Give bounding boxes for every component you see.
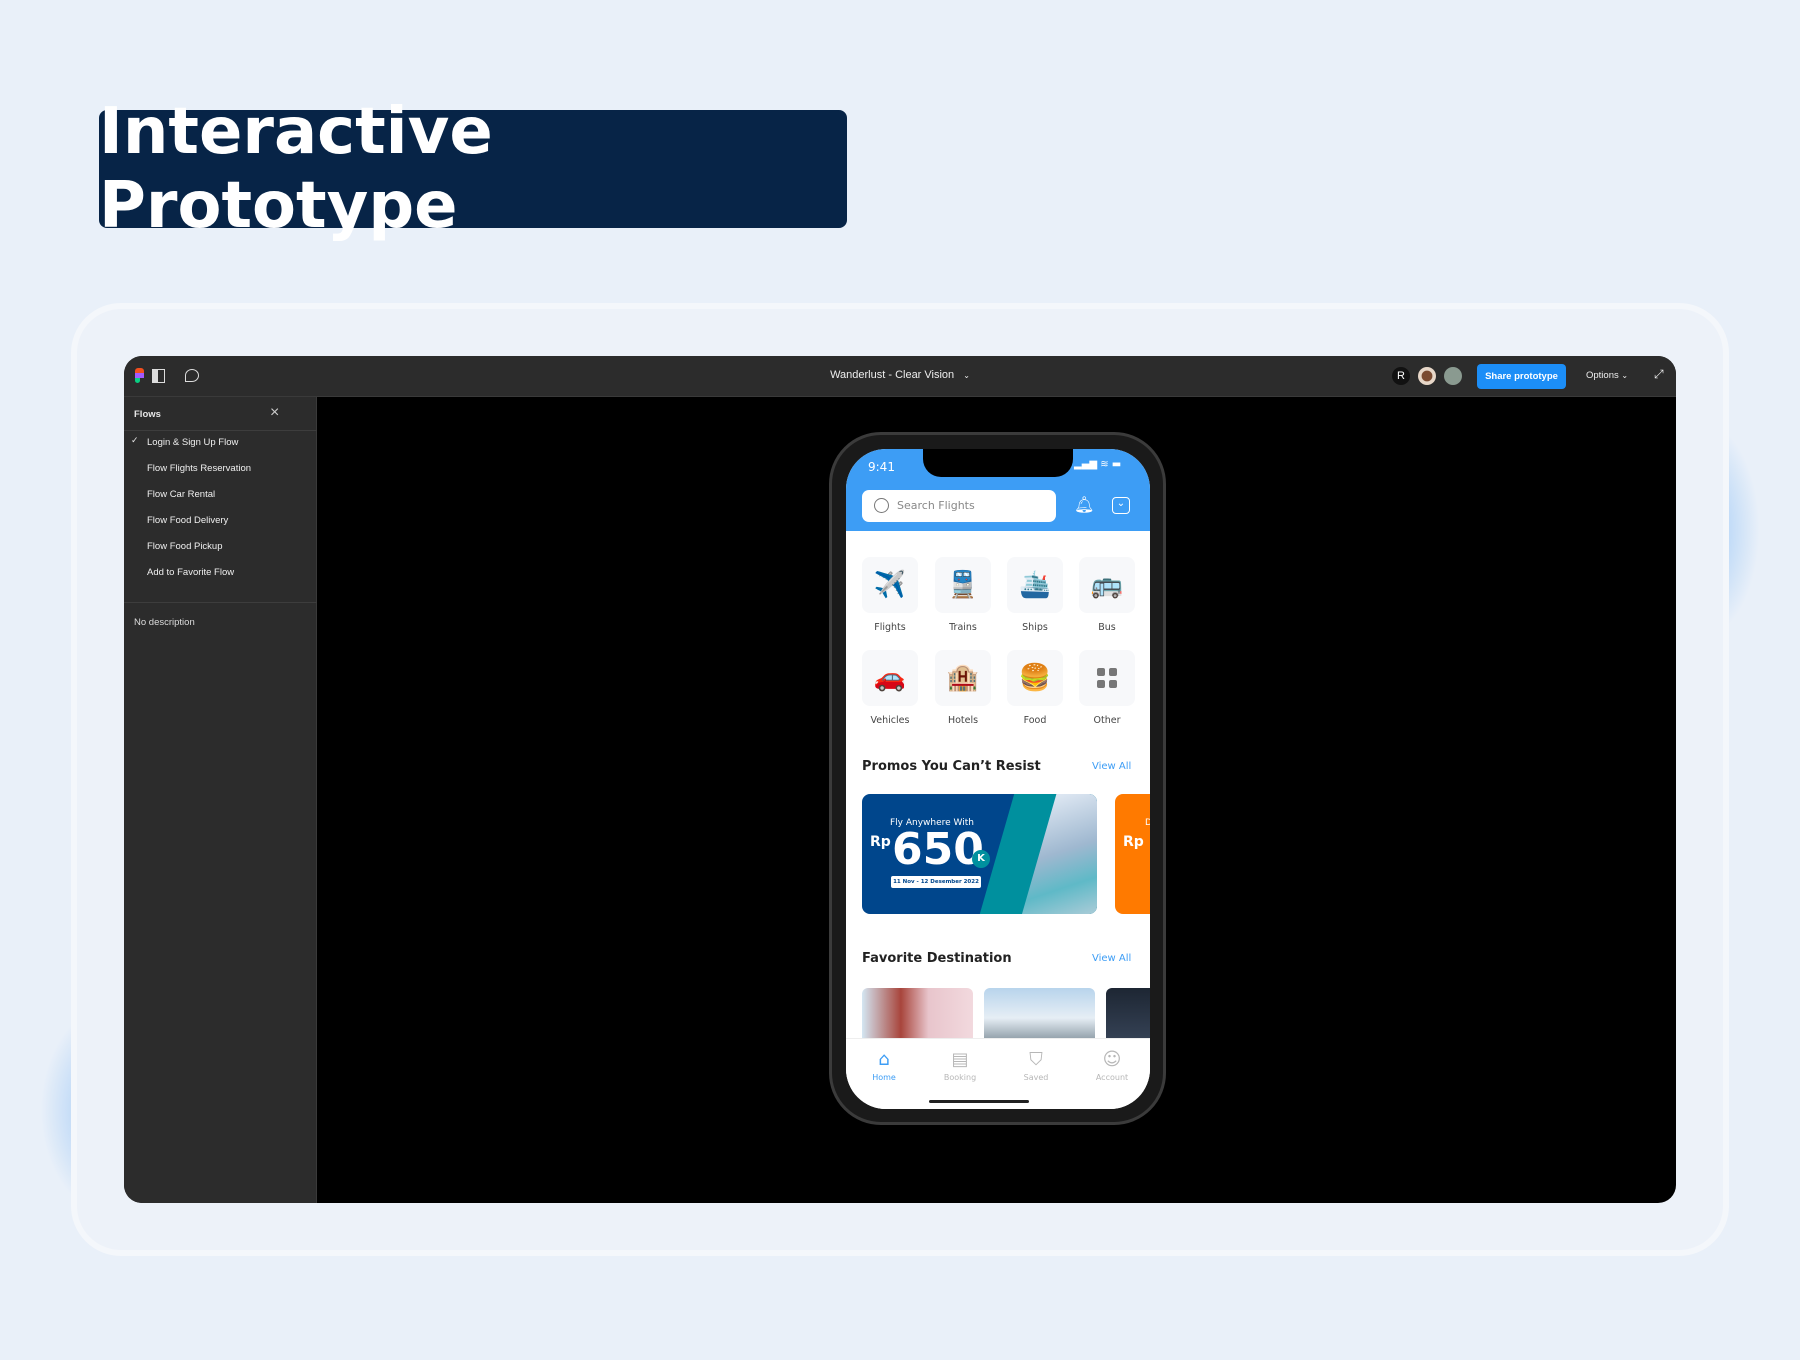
category-hotels[interactable]: 🏨 bbox=[935, 650, 991, 706]
destinations-heading: Favorite Destination bbox=[862, 951, 1012, 966]
category-vehicles[interactable]: 🚗 bbox=[862, 650, 918, 706]
category-label: Vehicles bbox=[870, 715, 910, 726]
status-icons: ▂▄▆ ≋ ▬ bbox=[1074, 459, 1122, 470]
user-icon: ☺ bbox=[1102, 1049, 1122, 1070]
grid-icon bbox=[1097, 668, 1117, 688]
status-time: 9:41 bbox=[868, 460, 895, 474]
flow-description: No description bbox=[134, 617, 195, 628]
promo-tagline: D bbox=[1145, 818, 1150, 828]
expand-icon[interactable]: ⤢ bbox=[1654, 367, 1664, 382]
page-title: Interactive Prototype bbox=[99, 95, 847, 243]
phone-frame: 9:41 ▂▄▆ ≋ ▬ Search Flights 🔔︎ ⌄ ✈️ 🚆 🛳️… bbox=[829, 432, 1166, 1125]
notch bbox=[923, 449, 1073, 477]
category-other[interactable] bbox=[1079, 650, 1135, 706]
figma-prototype-window: Wanderlust - Clear Vision ⌄ R Share prot… bbox=[124, 356, 1676, 1203]
promo-amount: 650 bbox=[892, 824, 984, 875]
flows-header: Flows bbox=[134, 409, 161, 420]
category-food[interactable]: 🍔 bbox=[1007, 650, 1063, 706]
tab-label: Booking bbox=[943, 1073, 977, 1082]
promo-dates: 11 Nov - 12 Desember 2022 bbox=[891, 876, 981, 888]
promo-currency: Rp bbox=[1123, 834, 1144, 850]
check-icon: ✓ bbox=[131, 435, 139, 445]
avatar[interactable]: R bbox=[1392, 367, 1410, 385]
promos-heading: Promos You Can’t Resist bbox=[862, 759, 1041, 774]
bookmark-icon: ⛉ bbox=[1029, 1049, 1043, 1070]
tab-booking[interactable]: ▤ Booking bbox=[922, 1049, 998, 1082]
category-label: Trains bbox=[949, 622, 977, 633]
mail-icon[interactable]: ⌄ bbox=[1112, 497, 1130, 514]
close-icon[interactable]: × bbox=[270, 404, 279, 422]
bell-icon[interactable]: 🔔︎ bbox=[1074, 495, 1094, 514]
options-menu[interactable]: Options ⌄ bbox=[1586, 370, 1628, 381]
category-label: Bus bbox=[1098, 622, 1116, 633]
bottom-tab-bar: ⌂ Home ▤ Booking ⛉ Saved ☺ Account bbox=[846, 1038, 1150, 1109]
home-indicator bbox=[929, 1100, 1029, 1103]
category-label: Flights bbox=[874, 622, 906, 633]
booking-icon: ▤ bbox=[951, 1049, 969, 1070]
tab-home[interactable]: ⌂ Home bbox=[846, 1049, 922, 1082]
tab-label: Saved bbox=[1023, 1073, 1049, 1082]
flow-item[interactable]: Flow Car Rental bbox=[147, 489, 215, 500]
promo-currency: Rp bbox=[870, 834, 891, 850]
destinations-view-all-link[interactable]: View All bbox=[1092, 953, 1131, 964]
options-label: Options bbox=[1586, 370, 1619, 381]
category-bus[interactable]: 🚌 bbox=[1079, 557, 1135, 613]
avatar[interactable] bbox=[1418, 367, 1436, 385]
chevron-down-icon: ⌄ bbox=[1621, 371, 1629, 380]
tab-label: Account bbox=[1095, 1073, 1129, 1082]
search-input[interactable]: Search Flights bbox=[862, 490, 1056, 522]
category-flights[interactable]: ✈️ bbox=[862, 557, 918, 613]
share-prototype-button[interactable]: Share prototype bbox=[1477, 364, 1566, 389]
flow-item[interactable]: Login & Sign Up Flow bbox=[147, 437, 238, 448]
promos-view-all-link[interactable]: View All bbox=[1092, 761, 1131, 772]
home-icon: ⌂ bbox=[878, 1049, 890, 1070]
search-icon bbox=[874, 498, 889, 513]
category-label: Other bbox=[1093, 715, 1121, 726]
phone-screen: 9:41 ▂▄▆ ≋ ▬ Search Flights 🔔︎ ⌄ ✈️ 🚆 🛳️… bbox=[846, 449, 1150, 1109]
category-label: Hotels bbox=[947, 715, 979, 726]
promo-card[interactable]: Fly Anywhere With Rp 650 K 11 Nov - 12 D… bbox=[862, 794, 1097, 914]
flow-item[interactable]: Flow Flights Reservation bbox=[147, 463, 251, 474]
category-trains[interactable]: 🚆 bbox=[935, 557, 991, 613]
flow-item[interactable]: Add to Favorite Flow bbox=[147, 567, 234, 578]
category-ships[interactable]: 🛳️ bbox=[1007, 557, 1063, 613]
tab-account[interactable]: ☺ Account bbox=[1074, 1049, 1150, 1082]
titlebar: Wanderlust - Clear Vision ⌄ R Share prot… bbox=[124, 356, 1676, 397]
promo-suffix: K bbox=[972, 850, 990, 868]
avatar[interactable] bbox=[1444, 367, 1462, 385]
tab-saved[interactable]: ⛉ Saved bbox=[998, 1049, 1074, 1082]
flow-item[interactable]: Flow Food Pickup bbox=[147, 541, 223, 552]
category-label: Ships bbox=[1022, 622, 1048, 633]
promo-card-next[interactable]: D Rp bbox=[1115, 794, 1150, 914]
tab-label: Home bbox=[872, 1073, 896, 1082]
flows-sidebar: Flows × ✓ Login & Sign Up Flow Flow Flig… bbox=[124, 397, 317, 1203]
flow-item[interactable]: Flow Food Delivery bbox=[147, 515, 228, 526]
chevron-down-icon: ⌄ bbox=[963, 371, 970, 380]
file-title-text: Wanderlust - Clear Vision bbox=[830, 369, 955, 381]
category-label: Food bbox=[1023, 715, 1047, 726]
search-placeholder: Search Flights bbox=[897, 499, 975, 512]
